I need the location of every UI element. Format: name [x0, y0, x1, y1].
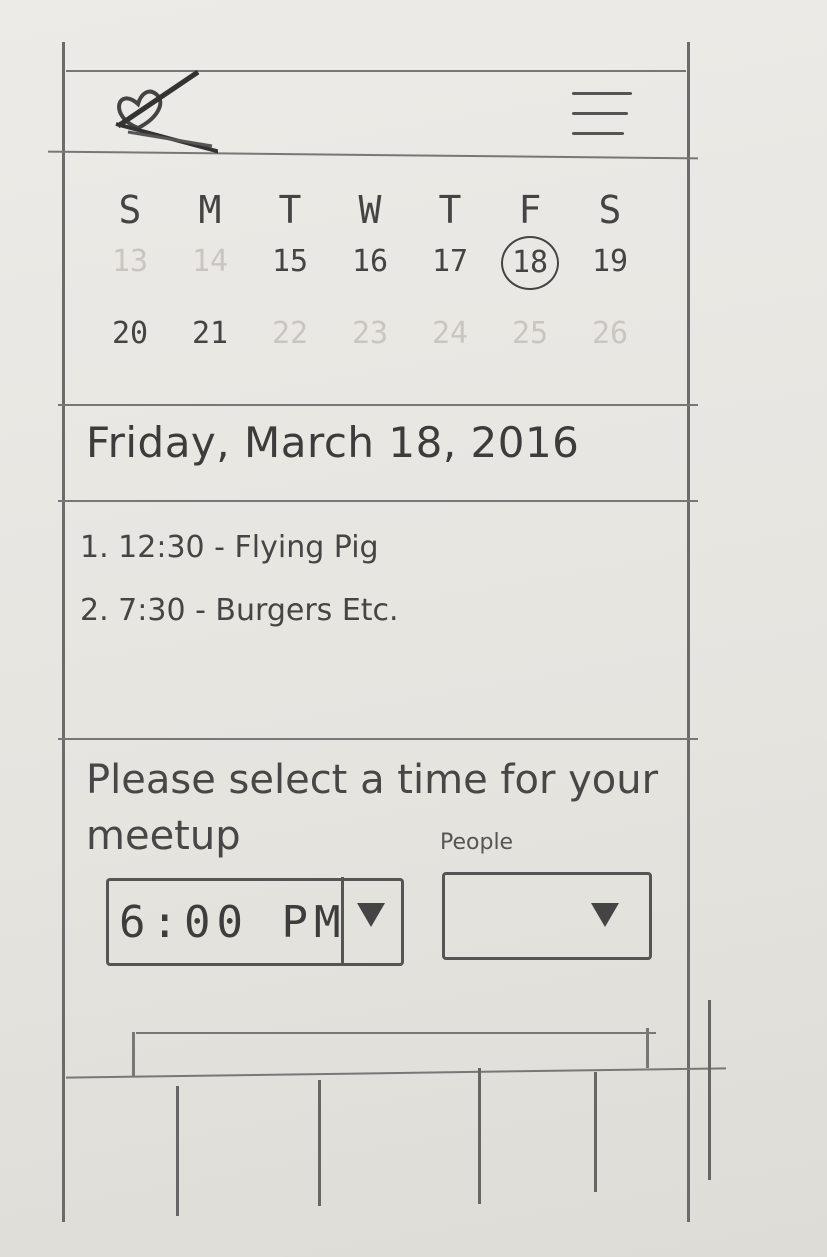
tab-divider [176, 1086, 179, 1216]
calendar-day[interactable]: 17 [410, 244, 490, 290]
weekday-thu: T [438, 188, 462, 232]
people-dropdown[interactable] [442, 872, 652, 960]
weekday-header: S M T W T F S [90, 188, 650, 232]
bottom-tab-bar [66, 1074, 716, 1214]
calendar-day[interactable]: 22 [250, 316, 330, 351]
crossed-out-heart-logo-icon[interactable] [108, 66, 221, 156]
tab-divider [708, 1000, 711, 1180]
slider-handle-end[interactable] [646, 1028, 649, 1068]
tab-2[interactable] [178, 1074, 318, 1214]
calendar-day[interactable]: 20 [90, 316, 170, 351]
chevron-down-icon[interactable] [591, 903, 619, 927]
meetup-prompt: Please select a time for your meetup [86, 757, 659, 859]
time-dropdown[interactable]: 6:00 PM [106, 877, 404, 966]
calendar-week-2: 20 21 22 23 24 25 26 [90, 316, 650, 351]
tab-3[interactable] [322, 1074, 478, 1214]
calendar-day[interactable]: 15 [250, 244, 330, 290]
list-item[interactable]: 2. 7:30 - Burgers Etc. [80, 593, 399, 628]
chevron-down-icon[interactable] [357, 903, 385, 927]
calendar-day[interactable]: 21 [170, 316, 250, 351]
calendar-day[interactable]: 16 [330, 244, 410, 290]
tab-5[interactable] [598, 1074, 708, 1214]
weekday-sun: S [118, 188, 142, 232]
dropdown-divider [341, 877, 344, 963]
list-item[interactable]: 1. 12:30 - Flying Pig [80, 530, 399, 565]
weekday-wed: W [358, 188, 382, 232]
weekday-tue: T [278, 188, 302, 232]
calendar-day[interactable]: 19 [570, 244, 650, 290]
calendar-divider [58, 404, 698, 406]
calendar-day[interactable]: 25 [490, 316, 570, 351]
tab-4[interactable] [482, 1074, 594, 1214]
slider-track [136, 1032, 656, 1034]
calendar-day[interactable]: 13 [90, 244, 170, 290]
range-slider[interactable] [126, 1022, 666, 1076]
calendar-day[interactable]: 14 [170, 244, 250, 290]
event-list: 1. 12:30 - Flying Pig 2. 7:30 - Burgers … [80, 530, 399, 656]
date-divider [58, 500, 698, 502]
events-divider [58, 738, 698, 740]
tab-divider [478, 1068, 481, 1204]
slider-handle-start[interactable] [132, 1032, 135, 1076]
tab-1[interactable] [66, 1074, 174, 1214]
tab-divider [594, 1072, 597, 1192]
tab-divider [318, 1080, 321, 1206]
selected-date-title: Friday, March 18, 2016 [86, 418, 580, 467]
weekday-mon: M [198, 188, 222, 232]
time-value: 6:00 PM [119, 897, 347, 948]
hamburger-menu-icon[interactable] [568, 86, 640, 146]
weekday-sat: S [598, 188, 622, 232]
calendar-day[interactable]: 23 [330, 316, 410, 351]
calendar-week-1: 13 14 15 16 17 18 19 [90, 236, 650, 290]
selected-day-circle: 18 [501, 236, 559, 290]
calendar-day-selected[interactable]: 18 [490, 236, 570, 290]
people-label: People [440, 830, 514, 855]
calendar-day[interactable]: 24 [410, 316, 490, 351]
weekday-fri: F [518, 188, 542, 232]
calendar-day[interactable]: 26 [570, 316, 650, 351]
